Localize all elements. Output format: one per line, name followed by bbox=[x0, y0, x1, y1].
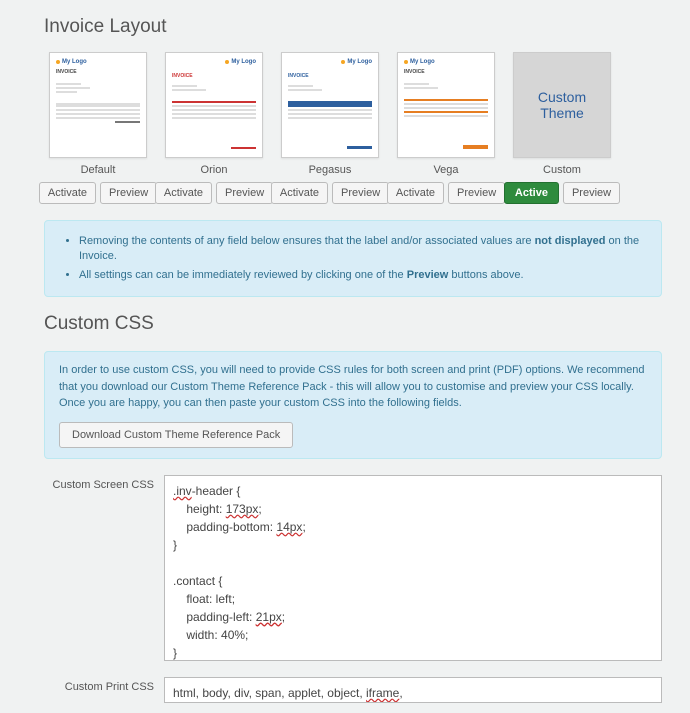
activate-button[interactable]: Activate bbox=[271, 182, 328, 204]
notice-custom-css: In order to use custom CSS, you will nee… bbox=[44, 351, 662, 459]
screen-css-label: Custom Screen CSS bbox=[44, 475, 164, 491]
print-css-label: Custom Print CSS bbox=[44, 677, 164, 693]
preview-button[interactable]: Preview bbox=[332, 182, 389, 204]
preview-button[interactable]: Preview bbox=[448, 182, 505, 204]
theme-pegasus: My Logo INVOICE Pegasus Activate bbox=[276, 52, 384, 204]
logo-icon: My Logo bbox=[341, 59, 372, 65]
notice-invoice-fields: Removing the contents of any field below… bbox=[44, 220, 662, 297]
custom-css-heading: Custom CSS bbox=[44, 313, 662, 335]
preview-button[interactable]: Preview bbox=[563, 182, 620, 204]
theme-custom-label: Custom bbox=[508, 164, 616, 176]
theme-vega-thumb[interactable]: My Logo INVOICE bbox=[397, 52, 495, 158]
notice-line-1: Removing the contents of any field below… bbox=[79, 234, 647, 265]
theme-vega: My Logo INVOICE Vega A bbox=[392, 52, 500, 204]
invoice-layout-heading: Invoice Layout bbox=[44, 16, 662, 38]
custom-css-notice-text: In order to use custom CSS, you will nee… bbox=[59, 362, 647, 412]
theme-pegasus-label: Pegasus bbox=[276, 164, 384, 176]
activate-button[interactable]: Activate bbox=[387, 182, 444, 204]
theme-orion: My Logo INVOICE Orion bbox=[160, 52, 268, 204]
print-css-input[interactable]: html, body, div, span, applet, object, i… bbox=[164, 677, 662, 703]
theme-custom: Custom Theme Custom Active Preview bbox=[508, 52, 616, 204]
logo-icon: My Logo bbox=[56, 59, 140, 65]
theme-orion-label: Orion bbox=[160, 164, 268, 176]
preview-button[interactable]: Preview bbox=[100, 182, 157, 204]
custom-theme-text: Custom Theme bbox=[520, 89, 604, 121]
activate-button[interactable]: Activate bbox=[39, 182, 96, 204]
preview-button[interactable]: Preview bbox=[216, 182, 273, 204]
theme-pegasus-thumb[interactable]: My Logo INVOICE bbox=[281, 52, 379, 158]
themes-row: My Logo INVOICE Default Activate bbox=[44, 52, 662, 204]
notice-line-2: All settings can can be immediately revi… bbox=[79, 268, 647, 283]
activate-button[interactable]: Activate bbox=[155, 182, 212, 204]
logo-icon: My Logo bbox=[225, 59, 256, 65]
theme-orion-thumb[interactable]: My Logo INVOICE bbox=[165, 52, 263, 158]
logo-icon: My Logo bbox=[404, 59, 488, 65]
theme-custom-thumb[interactable]: Custom Theme bbox=[513, 52, 611, 158]
theme-default-thumb[interactable]: My Logo INVOICE bbox=[49, 52, 147, 158]
theme-default: My Logo INVOICE Default Activate bbox=[44, 52, 152, 204]
screen-css-input[interactable]: .inv-header { height: 173px; padding-bot… bbox=[164, 475, 662, 661]
active-button[interactable]: Active bbox=[504, 182, 559, 204]
theme-default-label: Default bbox=[44, 164, 152, 176]
download-reference-pack-button[interactable]: Download Custom Theme Reference Pack bbox=[59, 422, 293, 448]
theme-vega-label: Vega bbox=[392, 164, 500, 176]
